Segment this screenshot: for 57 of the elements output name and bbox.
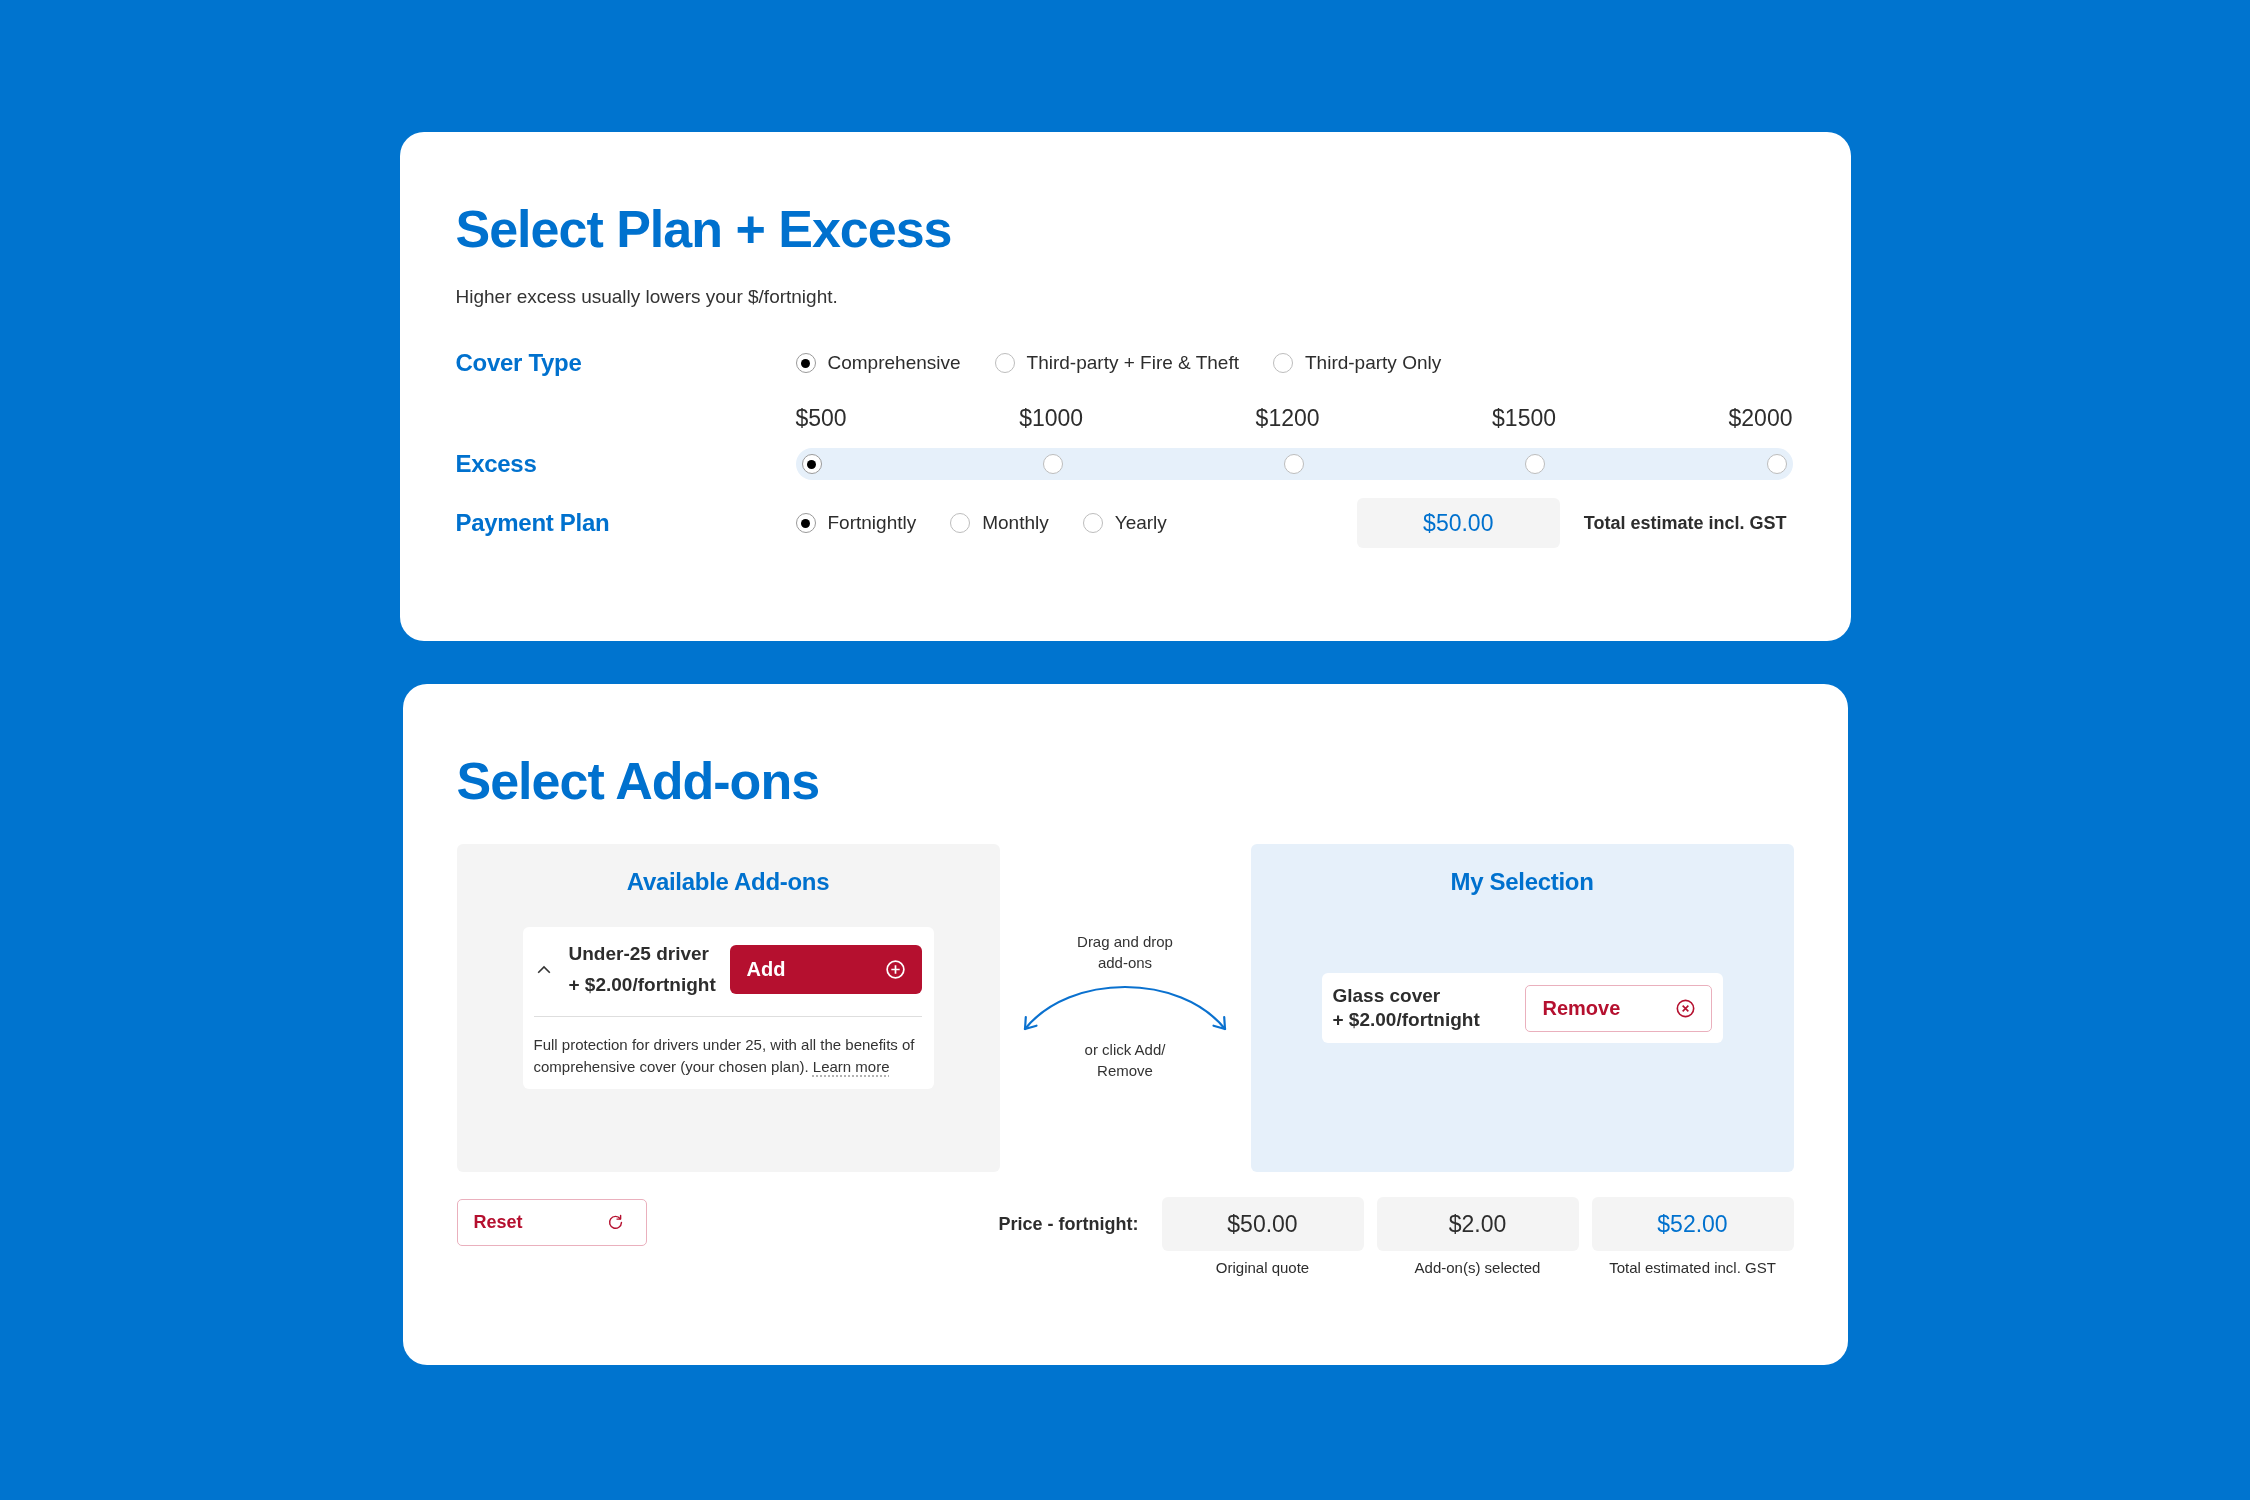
excess-amount: $1500	[1492, 404, 1557, 433]
excess-radio-icon[interactable]	[1042, 454, 1063, 474]
add-button[interactable]: Add	[729, 944, 922, 994]
refresh-icon	[606, 1214, 624, 1231]
learn-more-link[interactable]: Learn more	[812, 1058, 890, 1075]
selected-addon-card[interactable]: Glass cover + $2.00/fortnight Remove	[1321, 973, 1723, 1043]
radio-icon[interactable]	[950, 513, 971, 533]
panel-title: Available Add-ons	[626, 867, 830, 897]
radio-option[interactable]: Third-party + Fire & Theft	[994, 352, 1239, 374]
price-value: $2.00	[1376, 1197, 1579, 1251]
remove-button[interactable]: Remove	[1524, 984, 1712, 1032]
field-label: Payment Plan	[455, 509, 611, 537]
excess-radio-icon[interactable]	[801, 454, 822, 474]
field-label: Cover Type	[455, 349, 583, 377]
addon-description: Full protection for drivers under 25, with all the benefits of comprehensive cover (your chosen plan). Learn more	[533, 1035, 916, 1077]
excess-radio-icon[interactable]	[1766, 454, 1787, 474]
click-hint-text: or click Add/ Remove	[1083, 1040, 1167, 1081]
excess-radio-icon[interactable]	[1284, 454, 1304, 474]
close-circle-icon	[1675, 998, 1695, 1018]
radio-option[interactable]: Yearly	[1082, 512, 1167, 534]
radio-option[interactable]: Third-party Only	[1273, 352, 1442, 374]
addon-card[interactable]: Under-25 driver + $2.00/fortnight Add Full protection for drivers under 25, with all the benefits of comprehensive cover (your chosen plan). Learn more	[522, 927, 934, 1089]
price-label: Price - fortnight:	[998, 1213, 1139, 1236]
radio-icon[interactable]	[795, 513, 816, 533]
radio-option[interactable]: Monthly	[950, 512, 1049, 534]
radio-icon[interactable]	[795, 353, 816, 373]
excess-radio-icon[interactable]	[1525, 454, 1546, 474]
addon-name: Glass cover	[1332, 984, 1442, 1008]
excess-track[interactable]	[795, 448, 1793, 480]
panel-title: My Selection	[1450, 867, 1594, 897]
total-estimate-label: Total estimate incl. GST	[1583, 512, 1787, 534]
total-estimate-value: $50.00	[1356, 498, 1560, 548]
price-caption: Total estimated incl. GST	[1609, 1259, 1776, 1277]
card-subtitle: Higher excess usually lowers your $/fortnight.	[455, 285, 839, 309]
reset-button[interactable]: Reset	[456, 1199, 647, 1246]
card-title: Select Plan + Excess	[455, 199, 953, 260]
chevron-up-icon[interactable]	[536, 964, 551, 974]
radio-icon[interactable]	[1082, 513, 1103, 533]
excess-amount: $1000	[1019, 404, 1084, 433]
radio-option[interactable]: Comprehensive	[795, 352, 961, 374]
plus-circle-icon	[885, 959, 905, 979]
excess-amount: $1200	[1255, 404, 1320, 433]
price-caption: Original quote	[1215, 1259, 1310, 1277]
excess-amount: $2000	[1728, 404, 1793, 433]
drag-hint-text: Drag and drop add-ons	[1076, 932, 1174, 973]
field-label: Excess	[455, 450, 538, 478]
card-title: Select Add-ons	[456, 751, 821, 812]
price-value: $52.00	[1591, 1197, 1794, 1251]
addon-name: Under-25 driver	[568, 942, 710, 966]
radio-option[interactable]: Fortnightly	[795, 512, 917, 534]
excess-amount: $500	[795, 404, 847, 433]
radio-icon[interactable]	[1273, 353, 1293, 373]
price-caption: Add-on(s) selected	[1414, 1259, 1541, 1277]
price-value: $50.00	[1161, 1197, 1364, 1251]
addon-price: + $2.00/fortnight	[1332, 1008, 1480, 1032]
radio-icon[interactable]	[994, 353, 1015, 373]
addon-price: + $2.00/fortnight	[568, 973, 717, 997]
